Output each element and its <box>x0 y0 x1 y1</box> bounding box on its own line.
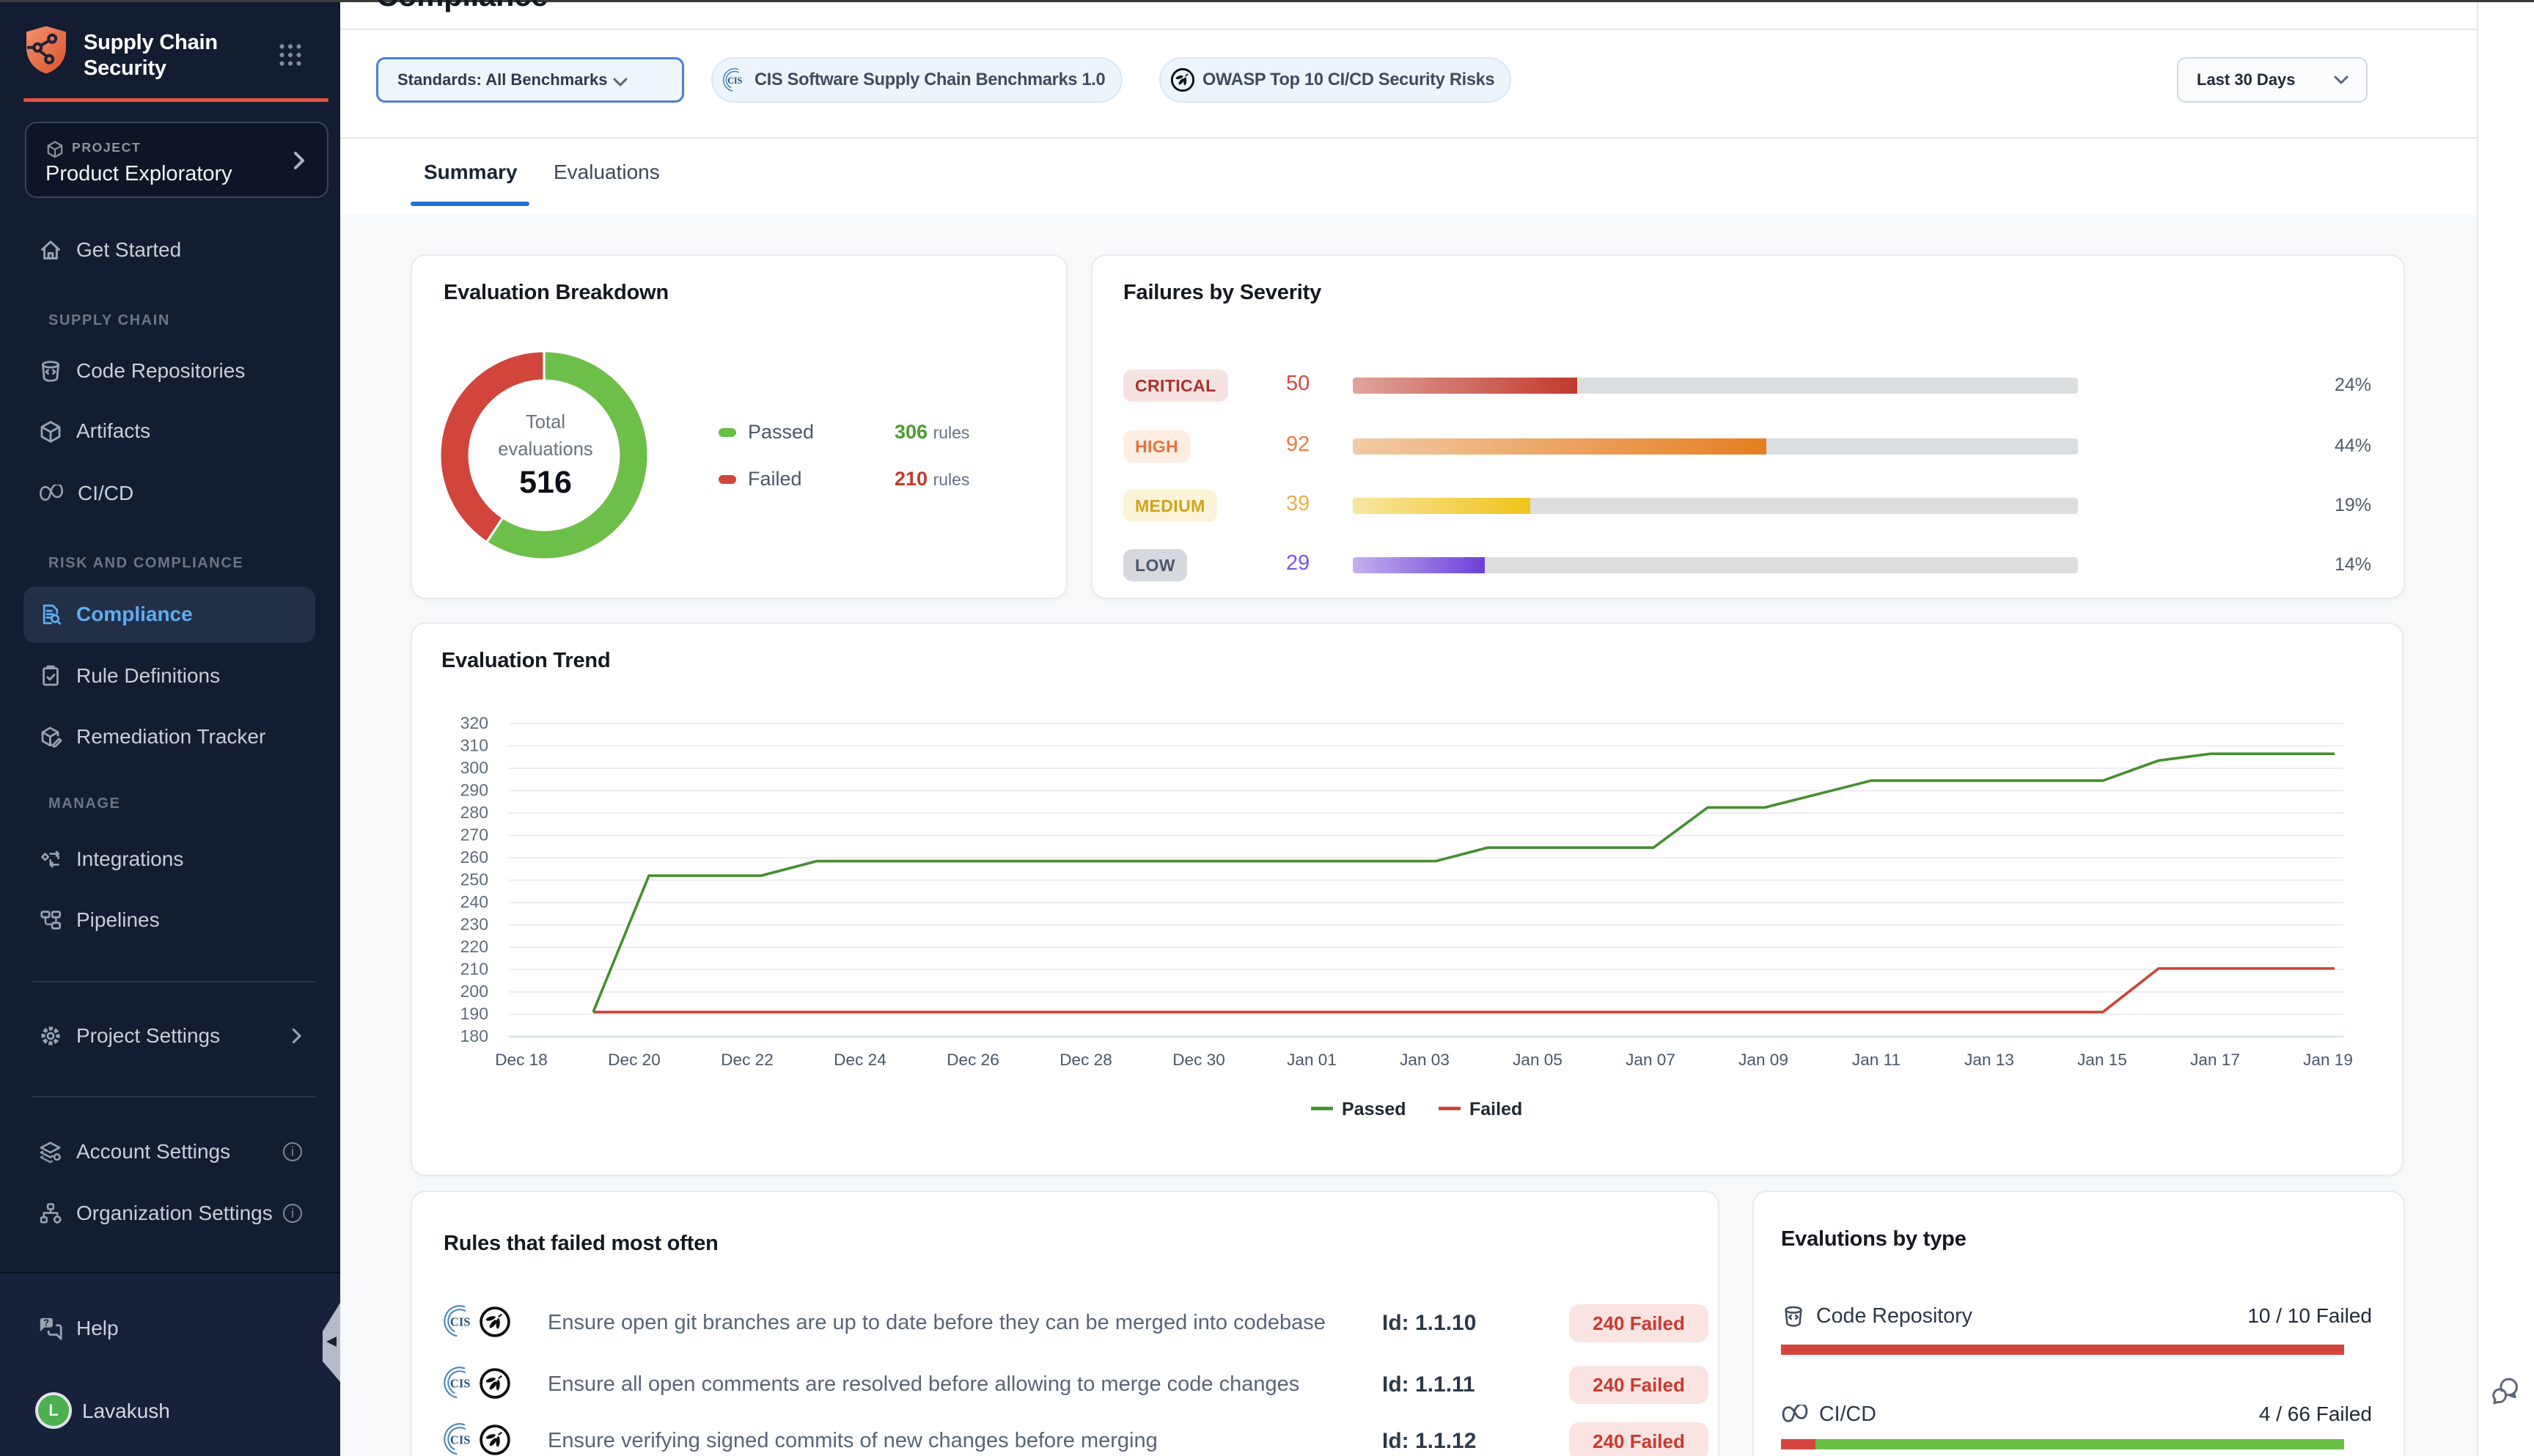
svg-text:?: ? <box>43 1317 49 1328</box>
svg-text:240: 240 <box>460 892 488 911</box>
svg-text:Jan 01: Jan 01 <box>1287 1051 1337 1069</box>
svg-text:Jan 09: Jan 09 <box>1738 1051 1788 1069</box>
svg-text:Dec 22: Dec 22 <box>721 1051 774 1069</box>
svg-text:Dec 20: Dec 20 <box>608 1051 661 1069</box>
svg-text:Jan 05: Jan 05 <box>1513 1051 1562 1069</box>
svg-text:CIS: CIS <box>450 1377 471 1391</box>
svg-text:210: 210 <box>460 960 488 979</box>
svg-text:Dec 28: Dec 28 <box>1059 1051 1112 1069</box>
svg-text:260: 260 <box>460 848 488 867</box>
svg-text:Jan 15: Jan 15 <box>2077 1051 2127 1069</box>
svg-text:310: 310 <box>460 736 488 755</box>
svg-text:Jan 07: Jan 07 <box>1626 1051 1675 1069</box>
svg-text:Jan 03: Jan 03 <box>1400 1051 1450 1069</box>
svg-text:Jan 19: Jan 19 <box>2303 1051 2353 1069</box>
svg-text:Jan 17: Jan 17 <box>2190 1051 2240 1069</box>
svg-text:200: 200 <box>460 982 488 1001</box>
svg-text:320: 320 <box>460 713 488 732</box>
svg-text:Jan 13: Jan 13 <box>1964 1051 2014 1069</box>
svg-text:250: 250 <box>460 870 488 889</box>
svg-text:300: 300 <box>460 758 488 777</box>
svg-text:180: 180 <box>460 1026 488 1045</box>
svg-text:CIS: CIS <box>727 76 742 86</box>
svg-text:Dec 26: Dec 26 <box>947 1051 999 1069</box>
svg-text:CIS: CIS <box>450 1433 471 1447</box>
svg-text:Dec 24: Dec 24 <box>834 1051 886 1069</box>
svg-text:280: 280 <box>460 803 488 822</box>
svg-text:Dec 30: Dec 30 <box>1172 1051 1225 1069</box>
svg-text:220: 220 <box>460 937 488 956</box>
svg-text:190: 190 <box>460 1004 488 1023</box>
svg-text:Dec 18: Dec 18 <box>495 1051 548 1069</box>
svg-text:CIS: CIS <box>450 1315 471 1329</box>
svg-text:Failed: Failed <box>1469 1099 1522 1119</box>
svg-text:290: 290 <box>460 781 488 800</box>
svg-text:230: 230 <box>460 915 488 934</box>
svg-text:Jan 11: Jan 11 <box>1852 1051 1900 1069</box>
svg-text:270: 270 <box>460 826 488 845</box>
svg-text:Passed: Passed <box>1342 1099 1406 1119</box>
